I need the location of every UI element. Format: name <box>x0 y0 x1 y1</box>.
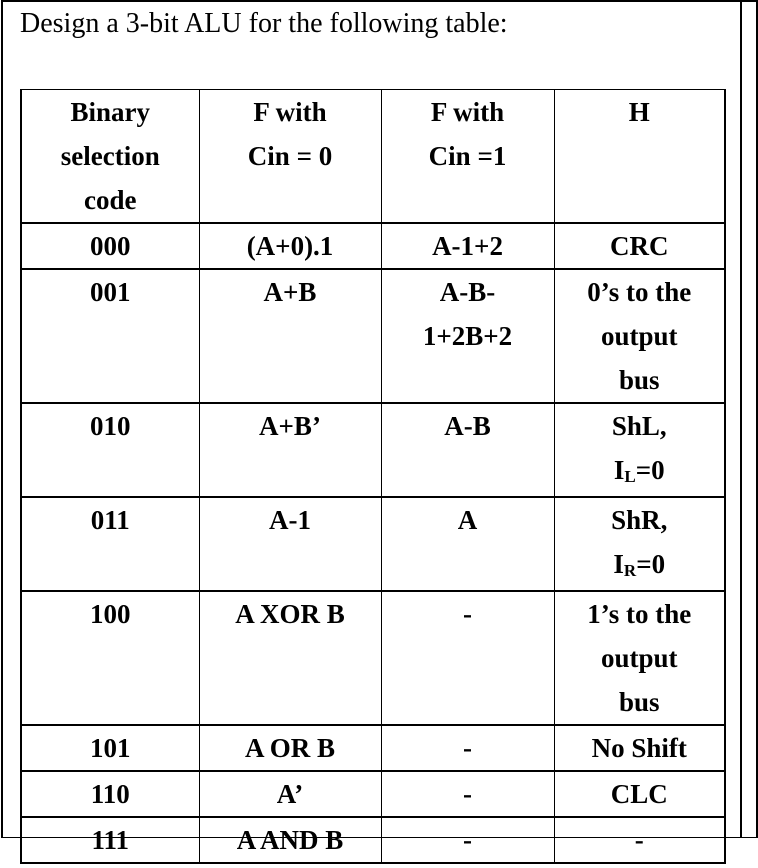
cell-h: ShR, IR=0 <box>553 496 726 592</box>
cell-line: A+B’ <box>259 411 321 441</box>
cell-code: 011 <box>20 496 200 592</box>
header-h: H <box>553 89 726 224</box>
cell-line: - <box>463 733 472 763</box>
symbol-subscript: R <box>623 561 637 580</box>
symbol-rest: =0 <box>635 455 665 485</box>
cell-line: A <box>457 505 478 535</box>
cell-f-cin-1: A <box>380 496 555 592</box>
table-row: 011 A-1 A ShR, IR=0 <box>20 496 726 592</box>
cell-f-cin-1: A-1+2 <box>380 222 555 270</box>
cell-f-cin-1: - <box>380 816 555 864</box>
cell-h: ShL, IL=0 <box>553 402 726 498</box>
cell-line: A-B- <box>439 277 496 307</box>
cell-line: output <box>600 321 678 351</box>
cell-line: - <box>463 779 472 809</box>
cell-h: - <box>553 816 726 864</box>
cell-code: 110 <box>20 770 200 818</box>
header-line: F with <box>253 97 327 127</box>
cell-h: CRC <box>553 222 726 270</box>
cell-line: - <box>463 599 472 629</box>
symbol-rest: =0 <box>636 549 666 579</box>
cell-h: CLC <box>553 770 726 818</box>
cell-f-cin-0: A’ <box>198 770 382 818</box>
cell-line: ShL, <box>611 411 667 441</box>
symbol-subscript: L <box>624 467 636 486</box>
cell-line: ShR, <box>611 505 668 535</box>
cell-f-cin-1: - <box>380 770 555 818</box>
cell-line: bus <box>618 687 660 717</box>
cell-line: CRC <box>610 231 669 261</box>
header-f-cin-1: F with Cin =1 <box>380 89 555 224</box>
cell-f-cin-0: A XOR B <box>198 590 382 726</box>
cell-line: 1’s to the <box>587 599 692 629</box>
header-line: Cin =1 <box>428 141 507 171</box>
symbol-main: I <box>613 549 624 579</box>
page-frame-right-margin <box>742 0 758 838</box>
cell-line: 0’s to the <box>587 277 692 307</box>
cell-f-cin-0: A-1 <box>198 496 382 592</box>
table-row: 100 A XOR B - 1’s to the output bus <box>20 590 726 726</box>
header-line: Binary <box>70 97 150 127</box>
table-header-row: Binary selection code F with Cin = 0 F w… <box>20 89 726 224</box>
cell-f-cin-0: (A+0).1 <box>198 222 382 270</box>
cell-f-cin-1: A-B <box>380 402 555 498</box>
cell-f-cin-0: A+B <box>198 268 382 404</box>
cell-code: 101 <box>20 724 200 772</box>
cell-code: 111 <box>20 816 200 864</box>
table-row: 000 (A+0).1 A-1+2 CRC <box>20 222 726 270</box>
document-title: Design a 3-bit ALU for the following tab… <box>20 8 508 39</box>
cell-line-subscript: IR=0 <box>557 542 723 589</box>
header-line: Cin = 0 <box>247 141 333 171</box>
header-f-cin-0: F with Cin = 0 <box>198 89 382 224</box>
cell-line: A OR B <box>244 733 336 763</box>
table-row: 110 A’ - CLC <box>20 770 726 818</box>
cell-line: A-1+2 <box>432 231 503 261</box>
cell-h: 1’s to the output bus <box>553 590 726 726</box>
cell-line: A+B <box>263 277 317 307</box>
table-row: 001 A+B A-B- 1+2B+2 0’s to the output bu… <box>20 268 726 404</box>
cell-f-cin-1: - <box>380 590 555 726</box>
header-line: H <box>628 97 650 127</box>
cell-line: - <box>634 825 644 855</box>
header-line: F with <box>430 97 505 127</box>
header-line: code <box>84 185 137 215</box>
cell-f-cin-1: - <box>380 724 555 772</box>
cell-line: output <box>600 643 678 673</box>
cell-line: A-1 <box>269 505 311 535</box>
cell-code: 001 <box>20 268 200 404</box>
header-binary-selection-code: Binary selection code <box>20 89 200 224</box>
cell-f-cin-0: A OR B <box>198 724 382 772</box>
cell-line: 1+2B+2 <box>422 321 513 351</box>
alu-table: Binary selection code F with Cin = 0 F w… <box>20 89 726 864</box>
cell-line: CLC <box>610 779 668 809</box>
cell-code: 000 <box>20 222 200 270</box>
cell-h: No Shift <box>553 724 726 772</box>
cell-h: 0’s to the output bus <box>553 268 726 404</box>
table-row: 111 A AND B - - <box>20 816 726 864</box>
header-line: selection <box>60 141 160 171</box>
cell-line: A AND B <box>236 825 344 855</box>
table-row: 010 A+B’ A-B ShL, IL=0 <box>20 402 726 498</box>
cell-code: 010 <box>20 402 200 498</box>
cell-f-cin-1: A-B- 1+2B+2 <box>380 268 555 404</box>
cell-line: bus <box>618 365 660 395</box>
cell-line-subscript: IL=0 <box>557 448 723 495</box>
cell-line: No Shift <box>591 733 687 763</box>
table-row: 101 A OR B - No Shift <box>20 724 726 772</box>
symbol-main: I <box>613 455 625 485</box>
cell-line: A XOR B <box>235 599 345 629</box>
cell-line: (A+0).1 <box>246 231 334 261</box>
cell-line: A’ <box>276 779 304 809</box>
cell-f-cin-0: A+B’ <box>198 402 382 498</box>
cell-line: A-B <box>444 411 491 441</box>
cell-code: 100 <box>20 590 200 726</box>
cell-f-cin-0: A AND B <box>198 816 382 864</box>
cell-line: - <box>463 825 472 855</box>
